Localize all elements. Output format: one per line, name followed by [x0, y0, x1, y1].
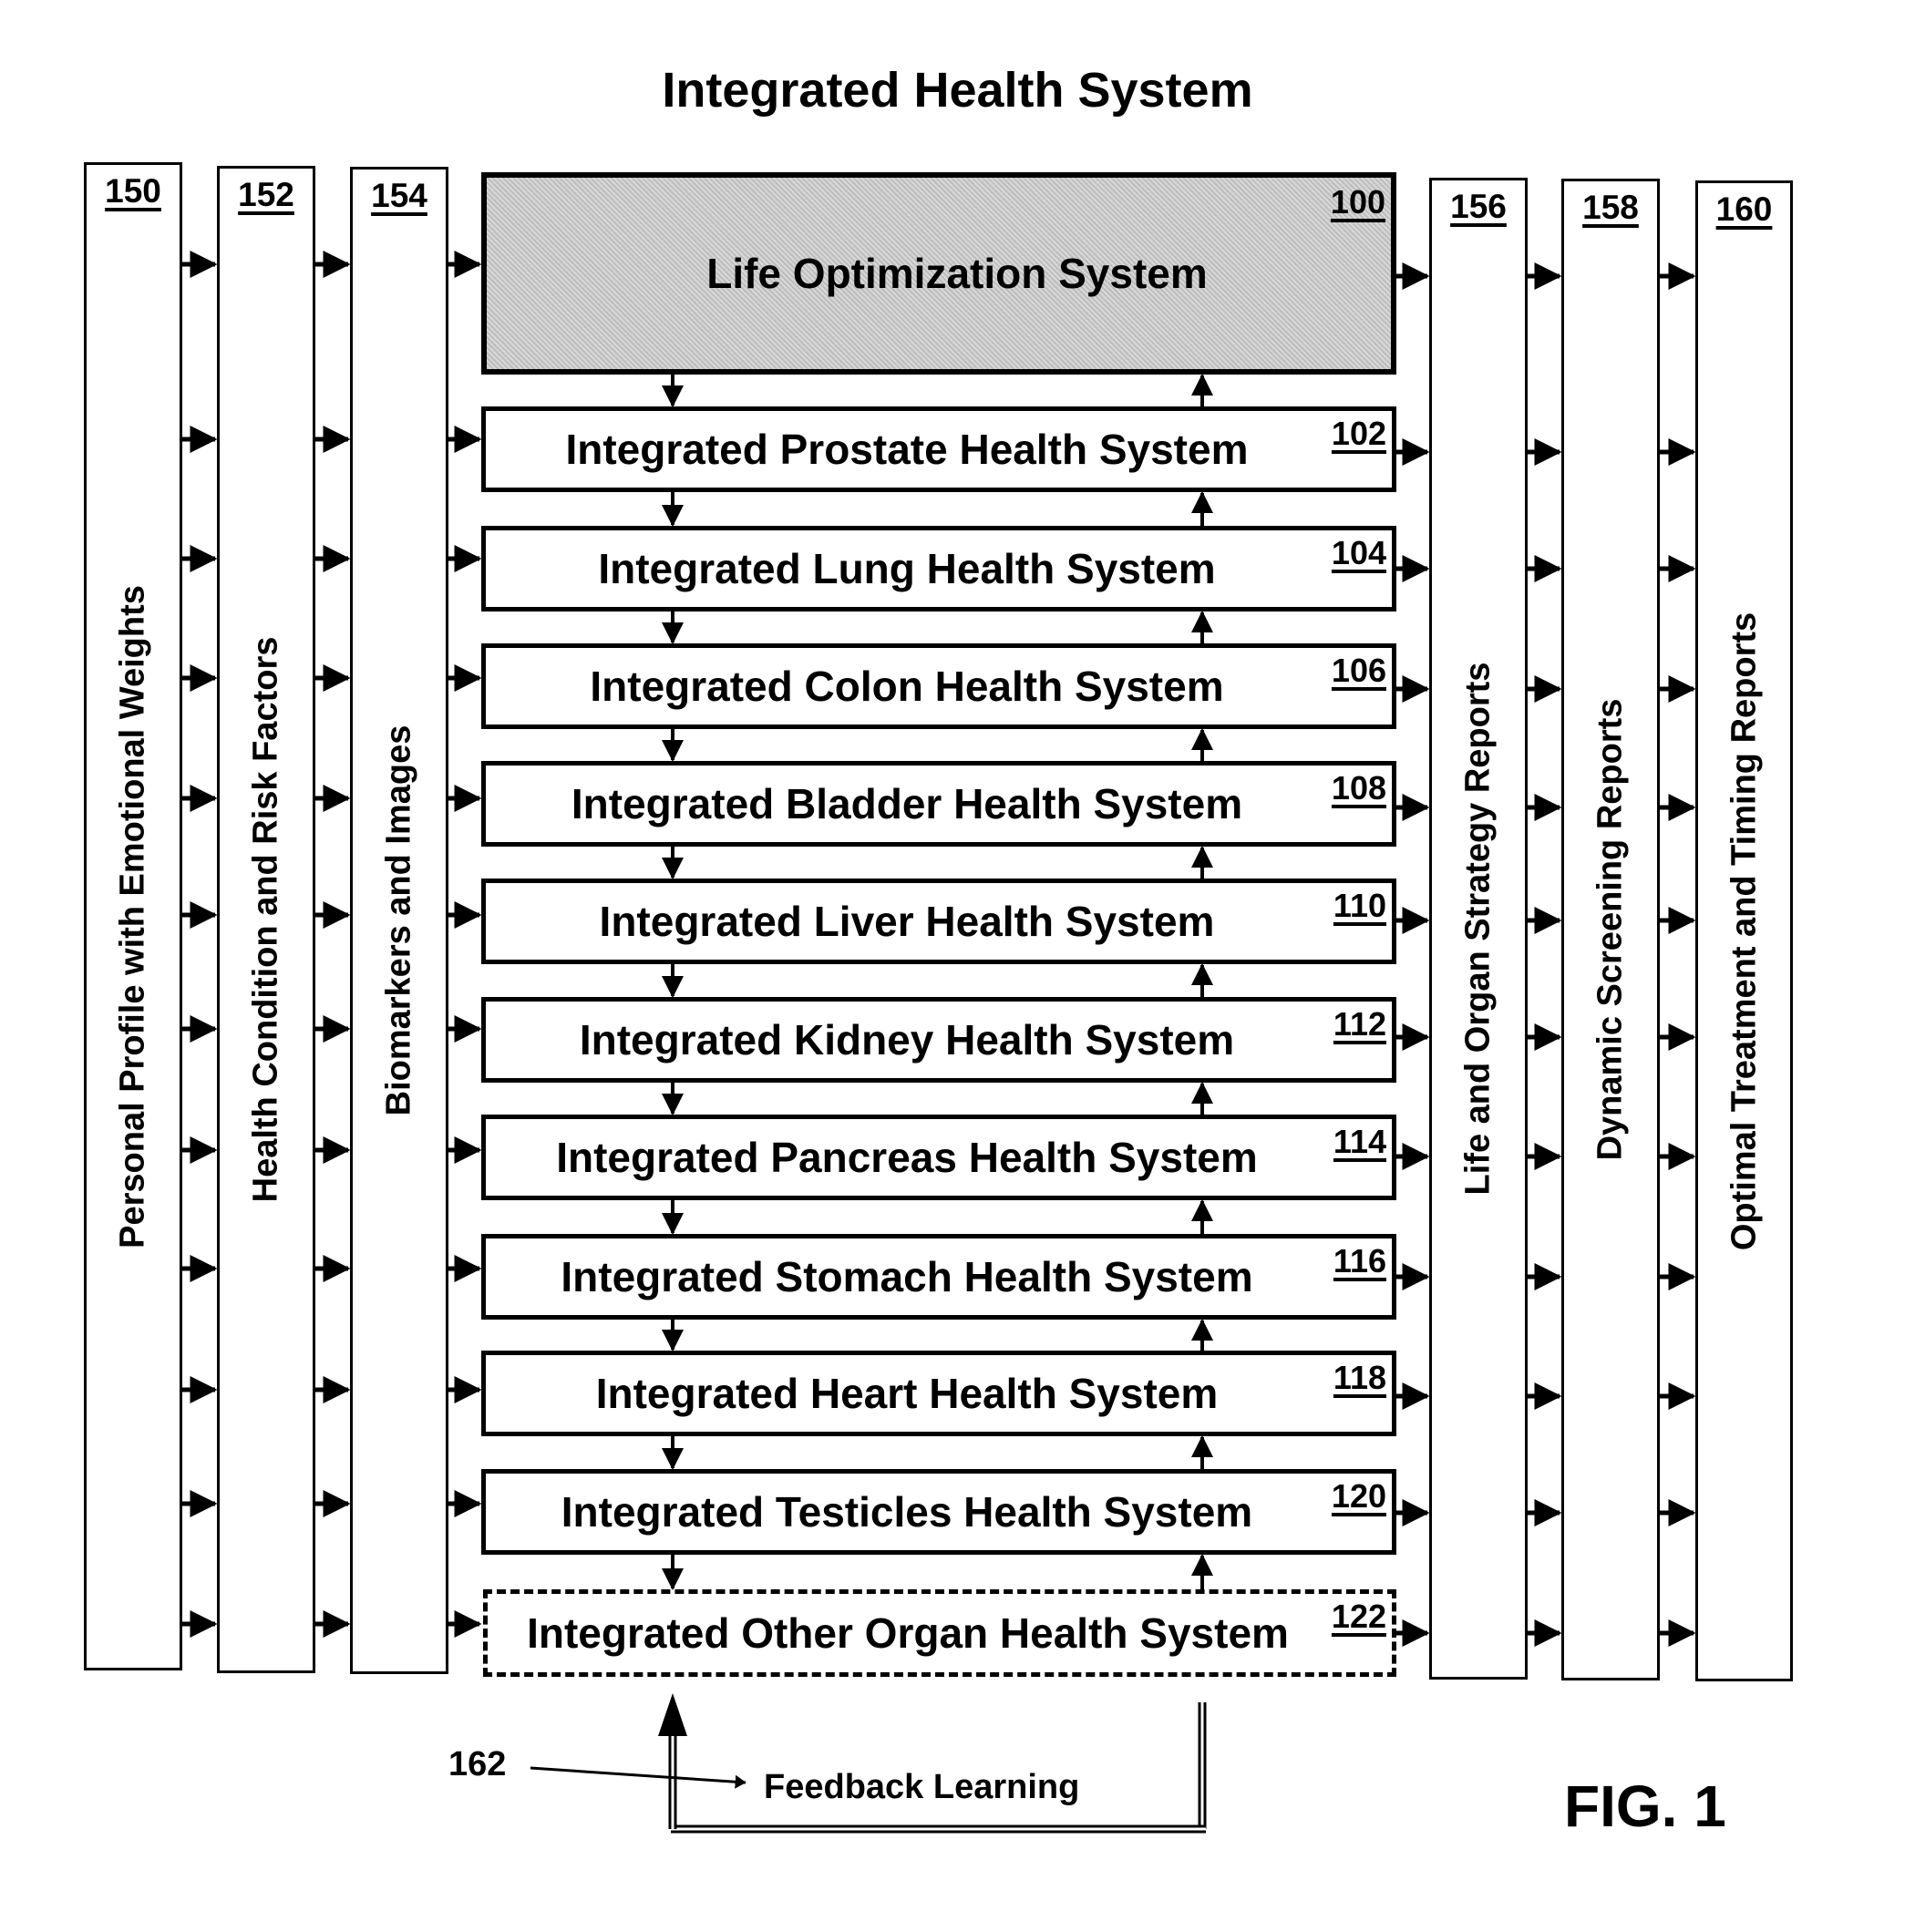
feedback-learning-label: Feedback Learning [764, 1768, 1080, 1806]
feedback-ref-number: 162 [448, 1745, 507, 1783]
feedback-arrowhead-icon [658, 1693, 687, 1736]
feedback-leader-arrow [530, 1766, 746, 1789]
figure-label: FIG. 1 [1564, 1773, 1726, 1839]
connector-layer [182, 251, 1696, 1834]
